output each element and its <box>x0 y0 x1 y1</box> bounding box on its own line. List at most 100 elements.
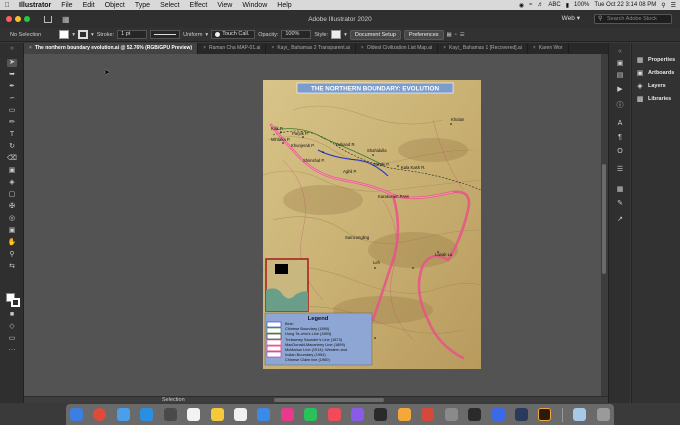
facetime-icon[interactable] <box>304 408 318 421</box>
menu-effect[interactable]: Effect <box>185 2 213 9</box>
menu-view[interactable]: View <box>212 2 237 9</box>
gradient-tool-icon[interactable]: ▢ <box>7 191 17 199</box>
terminal-icon[interactable] <box>468 408 482 421</box>
asset-export-panel-icon[interactable]: ↗ <box>615 215 625 224</box>
menu-type[interactable]: Type <box>130 2 155 9</box>
variable-width-profile[interactable] <box>150 30 181 39</box>
books-icon[interactable] <box>397 408 411 421</box>
launchpad-icon[interactable] <box>163 408 177 421</box>
workspace-switcher[interactable]: Web ▾ <box>562 14 580 22</box>
menu-edit[interactable]: Edit <box>78 2 100 9</box>
collapse-panels-icon[interactable]: « <box>615 47 625 56</box>
chrome-icon[interactable] <box>93 408 107 421</box>
tab-bahamas-2[interactable]: × Kayi_ Bahamas 2 Transparent.ai <box>266 43 356 54</box>
volume-icon[interactable]: ♬ <box>537 2 543 8</box>
photos-icon[interactable] <box>280 408 294 421</box>
tab-oldest-civilization[interactable]: × Oldest Civilization List Map.ai <box>356 43 439 54</box>
horizontal-scrollbar[interactable] <box>24 396 608 403</box>
stroke-swatch[interactable] <box>77 30 88 39</box>
creative-cloud-icon[interactable]: ◉ <box>519 2 524 9</box>
hand-tool-icon[interactable]: ✋ <box>7 239 17 247</box>
character-panel-icon[interactable]: A <box>615 119 625 128</box>
safari-icon[interactable] <box>116 408 130 421</box>
layers-panel-tab[interactable]: ◈ Layers <box>636 81 665 91</box>
app-store-icon[interactable] <box>140 408 154 421</box>
swap-fill-stroke-icon[interactable]: ⇆ <box>7 263 17 271</box>
search-icon[interactable]: ⚲ <box>661 2 665 9</box>
brush-definition-dropdown[interactable]: Touch Call. <box>211 30 256 39</box>
preferences-button[interactable]: Preferences <box>403 29 444 40</box>
keyboard-input-label[interactable]: ABC <box>548 2 560 8</box>
chevron-down-icon[interactable]: ▾ <box>91 32 94 38</box>
blend-tool-icon[interactable]: ◎ <box>7 215 17 223</box>
fill-swatch[interactable] <box>59 30 70 39</box>
opentype-panel-icon[interactable]: O <box>615 147 625 156</box>
curvature-tool-icon[interactable]: ∽ <box>7 95 17 103</box>
reminders-icon[interactable] <box>233 408 247 421</box>
brushes-panel-icon[interactable]: ✎ <box>615 199 625 208</box>
more-options-icon[interactable]: ☰ <box>460 32 465 38</box>
home-icon[interactable] <box>44 15 52 23</box>
control-center-icon[interactable]: ☰ <box>671 2 676 9</box>
collapse-panel-icon[interactable]: » <box>7 45 17 53</box>
tab-bahamas-1[interactable]: × Kayi_ Bahamas 1 [Recovered].ai <box>438 43 528 54</box>
close-tab-icon[interactable]: × <box>271 45 274 51</box>
northern-boundary-map[interactable]: THE NORTHERN BOUNDARY: EVOLUTION Kilik P… <box>262 80 482 369</box>
current-tool-status[interactable]: Selection <box>162 397 185 403</box>
chevron-down-icon[interactable]: ▾ <box>72 32 75 38</box>
selection-tool-icon[interactable]: ➤ <box>7 59 17 67</box>
type-tool-icon[interactable]: T <box>7 131 17 139</box>
artboard[interactable]: THE NORTHERN BOUNDARY: EVOLUTION Kilik P… <box>262 80 482 369</box>
stroke-panel-icon[interactable]: ☰ <box>615 165 625 174</box>
finder-icon[interactable] <box>70 408 83 421</box>
properties-panel-tab[interactable]: ▦ Properties <box>636 55 676 65</box>
menu-select[interactable]: Select <box>155 2 184 9</box>
tab-raman-map[interactable]: × Raman Cha MAP-01.ai <box>198 43 267 54</box>
edit-toolbar-icon[interactable]: ⋯ <box>7 347 17 355</box>
shape-builder-tool-icon[interactable]: ◈ <box>7 179 17 187</box>
tab-karen-world[interactable]: × Karen Wor <box>528 43 569 54</box>
battery-icon[interactable]: ▮ <box>566 2 569 9</box>
direct-selection-tool-icon[interactable]: ➥ <box>7 71 17 79</box>
clock[interactable]: Tue Oct 22 3:14 08 PM <box>594 2 656 8</box>
zoom-window-button[interactable] <box>24 16 30 22</box>
menu-app[interactable]: Illustrator <box>14 2 56 9</box>
align-panel-icon[interactable]: ▤ <box>615 71 625 80</box>
libraries-panel-tab[interactable]: ▩ Libraries <box>636 94 672 104</box>
actions-panel-icon[interactable]: ▶ <box>615 85 625 94</box>
menu-object[interactable]: Object <box>100 2 130 9</box>
rotate-tool-icon[interactable]: ↻ <box>7 143 17 151</box>
wifi-icon[interactable]: ≈ <box>529 2 532 8</box>
apple-icon[interactable]:  <box>0 2 14 9</box>
draw-mode-icon[interactable]: ◇ <box>7 323 17 331</box>
close-tab-icon[interactable]: × <box>203 45 206 51</box>
podcasts-icon[interactable] <box>351 408 365 421</box>
chevron-down-icon[interactable]: ▾ <box>205 32 208 38</box>
graphic-style-swatch[interactable] <box>331 30 342 39</box>
arrange-icon[interactable]: ▦ <box>447 32 452 38</box>
close-window-button[interactable] <box>6 16 12 22</box>
illustrator-icon[interactable] <box>538 408 552 421</box>
eyedropper-tool-icon[interactable]: ✠ <box>7 203 17 211</box>
screen-mode-icon[interactable]: ▭ <box>7 335 17 343</box>
color-mode-icon[interactable]: ■ <box>7 311 17 319</box>
messages-icon[interactable] <box>257 408 271 421</box>
tab-northern-boundary[interactable]: × The northern boundary evolution.ai @ 52… <box>24 43 199 54</box>
vertical-scrollbar[interactable] <box>601 54 608 396</box>
calendar-icon[interactable] <box>187 408 201 421</box>
minimize-window-button[interactable] <box>15 16 21 22</box>
document-setup-button[interactable]: Document Setup <box>349 29 401 40</box>
music-icon[interactable] <box>327 408 341 421</box>
transform-panel-icon[interactable]: ▣ <box>615 59 625 68</box>
stroke-profile-label[interactable]: Uniform <box>183 32 202 38</box>
battery-percent[interactable]: 100% <box>574 2 589 8</box>
menu-file[interactable]: File <box>56 2 77 9</box>
artboards-panel-tab[interactable]: ▣ Artboards <box>636 68 675 78</box>
fill-stroke-widget[interactable] <box>6 293 20 307</box>
swatches-panel-icon[interactable]: ▦ <box>615 185 625 194</box>
word-icon[interactable] <box>491 408 505 421</box>
artboard-tool-icon[interactable]: ▣ <box>7 227 17 235</box>
tv-icon[interactable] <box>374 408 388 421</box>
zoom-tool-icon[interactable]: ⚲ <box>7 251 17 259</box>
stock-search-input[interactable]: ⚲ Search Adobe Stock <box>594 14 672 24</box>
